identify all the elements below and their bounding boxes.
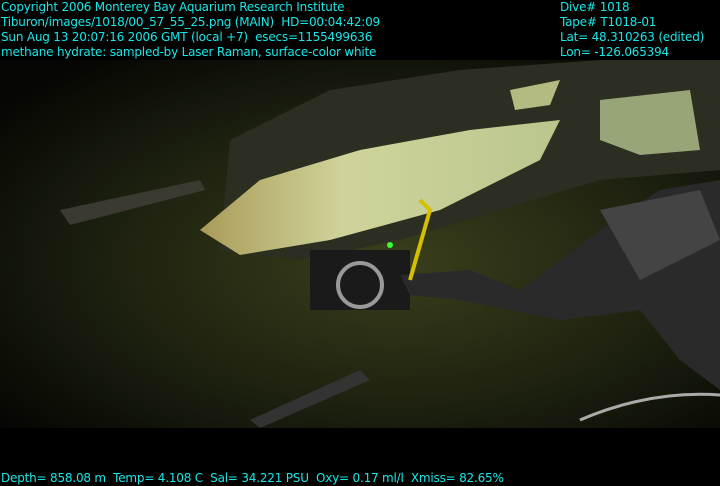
hydrate-patch — [600, 90, 700, 155]
underwater-scene — [0, 60, 720, 428]
header-left-overlay: Copyright 2006 Monterey Bay Aquarium Res… — [1, 0, 380, 60]
latitude: Lat= 48.310263 (edited) — [560, 30, 705, 44]
tape-number: Tape# T1018-01 — [560, 15, 657, 29]
laser-dot — [387, 242, 393, 248]
copyright-line: Copyright 2006 Monterey Bay Aquarium Res… — [1, 0, 345, 14]
dive-number: Dive# 1018 — [560, 0, 630, 14]
sensor-readout-footer: Depth= 858.08 m Temp= 4.108 C Sal= 34.22… — [1, 471, 504, 485]
image-path-line: Tiburon/images/1018/00_57_55_25.png (MAI… — [1, 15, 380, 29]
header-right-overlay: Dive# 1018 Tape# T1018-01 Lat= 48.310263 (… — [560, 0, 704, 60]
laser-raman-probe — [310, 250, 410, 310]
timestamp-line: Sun Aug 13 20:07:16 2006 GMT (local +7) … — [1, 30, 373, 44]
longitude: Lon= -126.065394 — [560, 45, 669, 59]
annotation-line: methane hydrate: sampled-by Laser Raman,… — [1, 45, 377, 59]
